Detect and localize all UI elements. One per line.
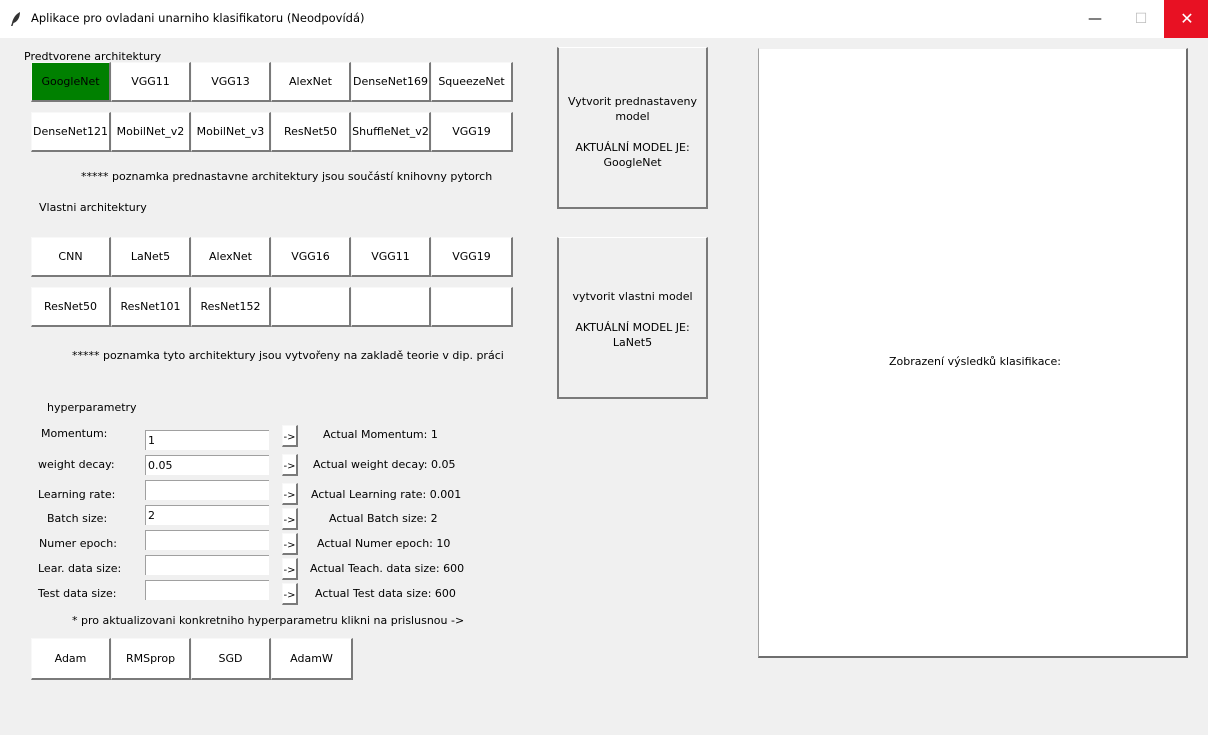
custom-button-empty-3[interactable]	[431, 287, 513, 327]
lear-data-size-label: Lear. data size:	[38, 562, 122, 575]
create-custom-line1: vytvorit vlastni model	[572, 290, 693, 303]
custom-heading: Vlastni architektury	[39, 201, 147, 214]
momentum-label: Momentum:	[41, 427, 108, 440]
learning-rate-actual: Actual Learning rate: 0.001	[311, 488, 462, 501]
predefined-button-squeezenet[interactable]: SqueezeNet	[431, 62, 513, 102]
close-button[interactable]: ✕	[1164, 0, 1208, 38]
test-data-size-update-button[interactable]: ->	[282, 583, 298, 605]
batch-size-actual: Actual Batch size: 2	[329, 512, 438, 525]
window-title: Aplikace pro ovladani unarniho klasifika…	[31, 11, 365, 25]
create-predefined-line1: Vytvorit prednastaveny	[568, 95, 697, 108]
custom-note: ***** poznamka tyto architektury jsou vy…	[72, 349, 504, 362]
momentum-update-button[interactable]: ->	[282, 425, 298, 447]
momentum-input[interactable]: 1	[145, 430, 269, 450]
teach-data-size-actual: Actual Teach. data size: 600	[310, 562, 465, 575]
title-bar: Aplikace pro ovladani unarniho klasifika…	[0, 0, 1208, 38]
weight-decay-update-button[interactable]: ->	[282, 454, 298, 476]
predefined-button-vgg19[interactable]: VGG19	[431, 112, 513, 152]
batch-size-input[interactable]: 2	[145, 505, 269, 525]
create-predefined-line2: model	[615, 110, 650, 123]
predefined-button-mobilnet-v2[interactable]: MobilNet_v2	[111, 112, 191, 152]
create-predefined-current-model: GoogleNet	[603, 156, 662, 169]
predefined-button-googlenet[interactable]: GoogleNet	[31, 62, 111, 102]
predefined-button-alexnet[interactable]: AlexNet	[271, 62, 351, 102]
predefined-button-vgg11[interactable]: VGG11	[111, 62, 191, 102]
predefined-note: ***** poznamka prednastavne architektury…	[81, 170, 493, 183]
create-custom-current-model: LaNet5	[612, 336, 653, 349]
custom-button-cnn[interactable]: CNN	[31, 237, 111, 277]
feather-icon	[11, 12, 20, 26]
momentum-actual: Actual Momentum: 1	[323, 428, 438, 441]
create-predefined-current-label: AKTUÁLNÍ MODEL JE:	[575, 141, 690, 154]
lear-data-size-input[interactable]	[145, 555, 269, 575]
create-custom-current-label: AKTUÁLNÍ MODEL JE:	[575, 321, 690, 334]
results-panel: Zobrazení výsledků klasifikace:	[758, 48, 1188, 658]
lear-data-size-update-button[interactable]: ->	[282, 558, 298, 580]
test-data-size-input[interactable]	[145, 580, 269, 600]
learning-rate-label: Learning rate:	[38, 488, 116, 501]
custom-button-empty-1[interactable]	[271, 287, 351, 327]
custom-button-resnet152[interactable]: ResNet152	[191, 287, 271, 327]
custom-button-alexnet[interactable]: AlexNet	[191, 237, 271, 277]
weight-decay-actual: Actual weight decay: 0.05	[313, 458, 456, 471]
maximize-button[interactable]: ☐	[1118, 0, 1164, 38]
test-data-size-actual: Actual Test data size: 600	[315, 587, 456, 600]
create-custom-model-button[interactable]: vytvorit vlastni model AKTUÁLNÍ MODEL JE…	[557, 237, 708, 399]
hyper-hint: * pro aktualizovani konkretniho hyperpar…	[72, 614, 465, 627]
batch-size-label: Batch size:	[47, 512, 108, 525]
optimizer-button-adamw[interactable]: AdamW	[271, 638, 353, 680]
predefined-button-vgg13[interactable]: VGG13	[191, 62, 271, 102]
custom-button-resnet101[interactable]: ResNet101	[111, 287, 191, 327]
custom-button-vgg11[interactable]: VGG11	[351, 237, 431, 277]
results-label: Zobrazení výsledků klasifikace:	[889, 355, 1061, 368]
numer-epoch-input[interactable]	[145, 530, 269, 550]
numer-epoch-actual: Actual Numer epoch: 10	[317, 537, 451, 550]
create-predefined-model-button[interactable]: Vytvorit prednastaveny model AKTUÁLNÍ MO…	[557, 47, 708, 209]
custom-button-vgg16[interactable]: VGG16	[271, 237, 351, 277]
numer-epoch-update-button[interactable]: ->	[282, 533, 298, 555]
batch-size-update-button[interactable]: ->	[282, 508, 298, 530]
predefined-button-densenet169[interactable]: DenseNet169	[351, 62, 431, 102]
custom-button-empty-2[interactable]	[351, 287, 431, 327]
optimizer-button-adam[interactable]: Adam	[31, 638, 111, 680]
minimize-button[interactable]: —	[1072, 0, 1118, 38]
predefined-button-resnet50[interactable]: ResNet50	[271, 112, 351, 152]
hyper-heading: hyperparametry	[47, 401, 137, 414]
predefined-button-shufflenet-v2[interactable]: ShuffleNet_v2	[351, 112, 431, 152]
optimizer-button-sgd[interactable]: SGD	[191, 638, 271, 680]
weight-decay-input[interactable]: 0.05	[145, 455, 269, 475]
custom-button-vgg19[interactable]: VGG19	[431, 237, 513, 277]
weight-decay-label: weight decay:	[38, 458, 115, 471]
numer-epoch-label: Numer epoch:	[39, 537, 117, 550]
custom-button-lanet5[interactable]: LaNet5	[111, 237, 191, 277]
test-data-size-label: Test data size:	[38, 587, 117, 600]
custom-button-resnet50[interactable]: ResNet50	[31, 287, 111, 327]
predefined-button-mobilnet-v3[interactable]: MobilNet_v3	[191, 112, 271, 152]
predefined-button-densenet121[interactable]: DenseNet121	[31, 112, 111, 152]
optimizer-button-rmsprop[interactable]: RMSprop	[111, 638, 191, 680]
learning-rate-input[interactable]	[145, 480, 269, 500]
learning-rate-update-button[interactable]: ->	[282, 483, 298, 505]
